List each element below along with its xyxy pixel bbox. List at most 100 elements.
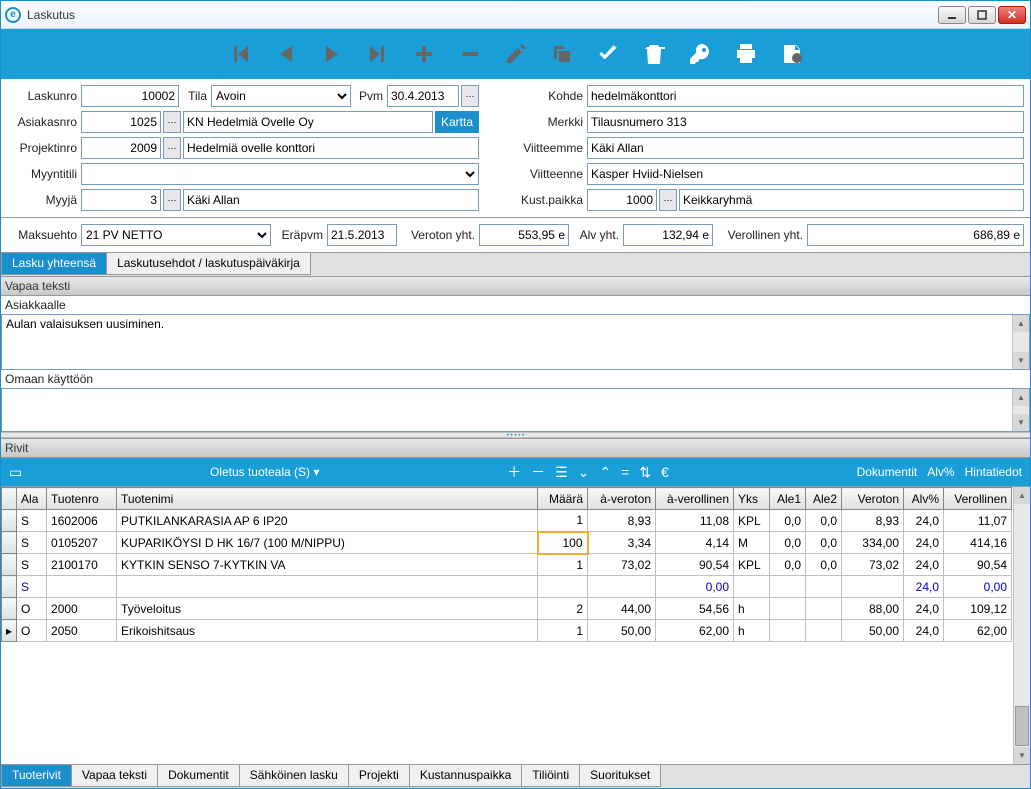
cell-maara[interactable]: 1 bbox=[538, 554, 588, 576]
asiakasnro-picker-icon[interactable]: ⋯ bbox=[163, 111, 181, 133]
cell-averollinen[interactable]: 11,08 bbox=[656, 510, 734, 532]
row-indicator[interactable]: ▸ bbox=[2, 620, 17, 642]
row-indicator[interactable] bbox=[2, 532, 17, 554]
bottom-tab-tuoterivit[interactable]: Tuoterivit bbox=[1, 765, 72, 787]
table-row[interactable]: ▸O2050Erikoishitsaus150,0062,00h50,0024,… bbox=[2, 620, 1012, 642]
col-verollinen[interactable]: Verollinen bbox=[944, 488, 1012, 510]
row-down-icon[interactable]: ⌄ bbox=[578, 464, 590, 481]
cell-tuotenro[interactable]: 2100170 bbox=[47, 554, 117, 576]
cell-tuotenimi[interactable]: KUPARIKÖYSI D HK 16/7 (100 M/NIPPU) bbox=[117, 532, 538, 554]
col-ale2[interactable]: Ale2 bbox=[806, 488, 842, 510]
scrollbar[interactable]: ▲▼ bbox=[1012, 389, 1029, 431]
bottom-tab-sähköinen-lasku[interactable]: Sähköinen lasku bbox=[239, 765, 349, 787]
cell-ala[interactable]: S bbox=[17, 532, 47, 554]
myyja-input[interactable] bbox=[81, 189, 161, 211]
cell-verollinen[interactable]: 11,07 bbox=[944, 510, 1012, 532]
cell-veroton[interactable]: 88,00 bbox=[842, 598, 904, 620]
cell-tuotenro[interactable]: 2000 bbox=[47, 598, 117, 620]
col-veroton[interactable]: Veroton bbox=[842, 488, 904, 510]
row-indicator[interactable] bbox=[2, 576, 17, 598]
cell-veroton[interactable]: 8,93 bbox=[842, 510, 904, 532]
table-row[interactable]: S1602006PUTKILANKARASIA AP 6 IP2018,9311… bbox=[2, 510, 1012, 532]
cell-tuotenro[interactable]: 0105207 bbox=[47, 532, 117, 554]
default-area-dropdown[interactable]: Oletus tuoteala (S) ▾ bbox=[210, 465, 319, 479]
pvm-picker-icon[interactable]: ⋯ bbox=[461, 85, 479, 107]
copy-icon[interactable] bbox=[548, 40, 576, 68]
cell-ale1[interactable]: 0,0 bbox=[770, 554, 806, 576]
pvm-input[interactable] bbox=[387, 85, 459, 107]
scrollbar[interactable]: ▲▼ bbox=[1012, 315, 1029, 369]
bottom-tab-projekti[interactable]: Projekti bbox=[348, 765, 410, 787]
cell-alv[interactable]: 24,0 bbox=[904, 554, 944, 576]
confirm-icon[interactable] bbox=[594, 40, 622, 68]
cell-tuotenimi[interactable]: Työveloitus bbox=[117, 598, 538, 620]
col-määrä[interactable]: Määrä bbox=[538, 488, 588, 510]
kustpaikka-name-input[interactable] bbox=[679, 189, 1024, 211]
cell-ale2[interactable] bbox=[806, 598, 842, 620]
cell-ala[interactable]: S bbox=[17, 554, 47, 576]
cell-yks[interactable]: h bbox=[734, 620, 770, 642]
viitteemme-input[interactable] bbox=[587, 137, 1024, 159]
myyja-picker-icon[interactable]: ⋯ bbox=[163, 189, 181, 211]
cell-maara[interactable]: 1 bbox=[538, 510, 588, 532]
hintatiedot-link[interactable]: Hintatiedot bbox=[965, 465, 1022, 479]
cell-verollinen[interactable]: 62,00 bbox=[944, 620, 1012, 642]
cell-tuotenro[interactable]: 2050 bbox=[47, 620, 117, 642]
cell-veroton[interactable]: 334,00 bbox=[842, 532, 904, 554]
row-indicator[interactable] bbox=[2, 554, 17, 576]
col-à-verollinen[interactable]: à-verollinen bbox=[656, 488, 734, 510]
tila-select[interactable]: Avoin bbox=[211, 85, 351, 107]
cell-averoton[interactable]: 8,93 bbox=[588, 510, 656, 532]
cell-ale1[interactable] bbox=[770, 598, 806, 620]
col-yks[interactable]: Yks bbox=[734, 488, 770, 510]
kartta-button[interactable]: Kartta bbox=[435, 111, 479, 133]
cell-ale1[interactable]: 0,0 bbox=[770, 510, 806, 532]
cell-verollinen[interactable]: 0,00 bbox=[944, 576, 1012, 598]
col-ala[interactable]: Ala bbox=[17, 488, 47, 510]
viitteenne-input[interactable] bbox=[587, 163, 1024, 185]
cell-tuotenro[interactable]: 1602006 bbox=[47, 510, 117, 532]
cell-ale2[interactable] bbox=[806, 576, 842, 598]
cell-averoton[interactable]: 50,00 bbox=[588, 620, 656, 642]
cell-alv[interactable]: 24,0 bbox=[904, 532, 944, 554]
cell-veroton[interactable] bbox=[842, 576, 904, 598]
cell-tuotenimi[interactable]: KYTKIN SENSO 7-KYTKIN VA bbox=[117, 554, 538, 576]
col-alv%[interactable]: Alv% bbox=[904, 488, 944, 510]
cell-ala[interactable]: S bbox=[17, 576, 47, 598]
tab-laskutusehdot[interactable]: Laskutusehdot / laskutuspäiväkirja bbox=[106, 253, 311, 275]
cell-alv[interactable]: 24,0 bbox=[904, 620, 944, 642]
row-sort-icon[interactable]: ⇅ bbox=[639, 464, 651, 481]
export-icon[interactable] bbox=[778, 40, 806, 68]
minimize-button[interactable] bbox=[938, 6, 966, 24]
cell-maara[interactable] bbox=[538, 576, 588, 598]
dokumentit-link[interactable]: Dokumentit bbox=[857, 465, 918, 479]
bottom-tab-suoritukset[interactable]: Suoritukset bbox=[579, 765, 661, 787]
last-icon[interactable] bbox=[364, 40, 392, 68]
cell-averoton[interactable] bbox=[588, 576, 656, 598]
cell-tuotenimi[interactable] bbox=[117, 576, 538, 598]
row-indicator[interactable] bbox=[2, 598, 17, 620]
cell-yks[interactable]: KPL bbox=[734, 510, 770, 532]
maximize-button[interactable] bbox=[968, 6, 996, 24]
edit-icon[interactable] bbox=[502, 40, 530, 68]
asiakas-name-input[interactable] bbox=[183, 111, 433, 133]
cell-ale1[interactable] bbox=[770, 576, 806, 598]
cell-ale2[interactable]: 0,0 bbox=[806, 554, 842, 576]
trash-icon[interactable] bbox=[640, 40, 668, 68]
col-à-veroton[interactable]: à-veroton bbox=[588, 488, 656, 510]
cell-verollinen[interactable]: 414,16 bbox=[944, 532, 1012, 554]
cell-ale2[interactable] bbox=[806, 620, 842, 642]
cell-maara[interactable]: 1 bbox=[538, 620, 588, 642]
remove-icon[interactable] bbox=[456, 40, 484, 68]
merkki-input[interactable] bbox=[587, 111, 1024, 133]
cell-maara[interactable]: 2 bbox=[538, 598, 588, 620]
cell-alv[interactable]: 24,0 bbox=[904, 510, 944, 532]
kustpaikka-input[interactable] bbox=[587, 189, 657, 211]
table-row[interactable]: S0105207KUPARIKÖYSI D HK 16/7 (100 M/NIP… bbox=[2, 532, 1012, 554]
row-indicator[interactable] bbox=[2, 510, 17, 532]
myyja-name-input[interactable] bbox=[183, 189, 479, 211]
kohde-input[interactable] bbox=[587, 85, 1024, 107]
cell-ale1[interactable] bbox=[770, 620, 806, 642]
cell-yks[interactable]: h bbox=[734, 598, 770, 620]
cell-alv[interactable]: 24,0 bbox=[904, 598, 944, 620]
